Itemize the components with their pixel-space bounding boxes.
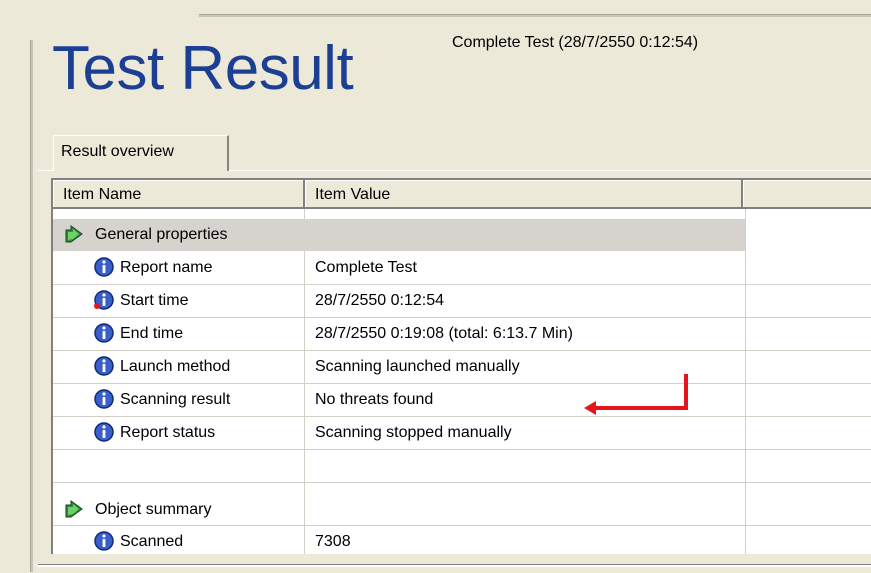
info-icon (94, 257, 114, 277)
info-icon (94, 323, 114, 343)
item-name: Scanned (120, 533, 184, 550)
item-name: Launch method (120, 358, 231, 375)
section-row-general-properties[interactable]: General properties (53, 219, 871, 252)
table-row[interactable]: Report status Scanning stopped manually (53, 417, 871, 450)
table-row[interactable]: Scanning result No threats found (53, 384, 871, 417)
info-icon (94, 389, 114, 409)
column-header-item-name[interactable]: Item Name (53, 180, 305, 209)
section-label: Object summary (95, 501, 212, 518)
item-name: Report status (120, 424, 216, 441)
column-header-label: Item Name (63, 186, 142, 203)
item-name: Start time (120, 292, 189, 309)
item-value: 28/7/2550 0:12:54 (315, 292, 445, 309)
column-header-extra[interactable] (743, 180, 871, 209)
info-icon (94, 531, 114, 551)
green-arrow-icon (65, 225, 83, 243)
column-header-label: Item Value (315, 186, 391, 203)
red-arrow-annotation (584, 374, 688, 415)
table-row[interactable]: Scanned 7308 (53, 526, 871, 554)
info-icon (94, 356, 114, 376)
page-title: Test Result (52, 34, 354, 103)
section-label: General properties (95, 226, 228, 243)
tab-result-overview[interactable]: Result overview (53, 135, 229, 171)
empty-row (53, 450, 871, 483)
item-value: 7308 (315, 533, 351, 550)
table-row[interactable]: Launch method Scanning launched manually (53, 351, 871, 384)
green-arrow-icon (65, 500, 83, 518)
report-subtitle: Complete Test (28/7/2550 0:12:54) (452, 34, 699, 51)
top-separator (199, 14, 871, 17)
item-value: No threats found (315, 391, 434, 408)
tab-label: Result overview (61, 143, 174, 160)
table-row[interactable]: End time 28/7/2550 0:19:08 (total: 6:13.… (53, 318, 871, 351)
bottom-separator (38, 564, 871, 567)
table-row[interactable]: Start time 28/7/2550 0:12:54 (53, 285, 871, 318)
item-value: Complete Test (315, 259, 417, 276)
item-value: Scanning stopped manually (315, 424, 512, 441)
item-name: Report name (120, 259, 213, 276)
info-icon (94, 290, 114, 310)
left-separator (30, 40, 33, 572)
info-icon (94, 422, 114, 442)
item-value: Scanning launched manually (315, 358, 520, 375)
result-list-view[interactable]: Item Name Item Value General properties … (51, 178, 871, 554)
item-value: 28/7/2550 0:19:08 (total: 6:13.7 Min) (315, 325, 573, 342)
section-row-object-summary[interactable]: Object summary (53, 494, 871, 527)
item-name: End time (120, 325, 184, 342)
table-row[interactable]: Report name Complete Test (53, 252, 871, 285)
item-name: Scanning result (120, 391, 231, 408)
grid-line (53, 482, 871, 483)
column-header-item-value[interactable]: Item Value (305, 180, 743, 209)
